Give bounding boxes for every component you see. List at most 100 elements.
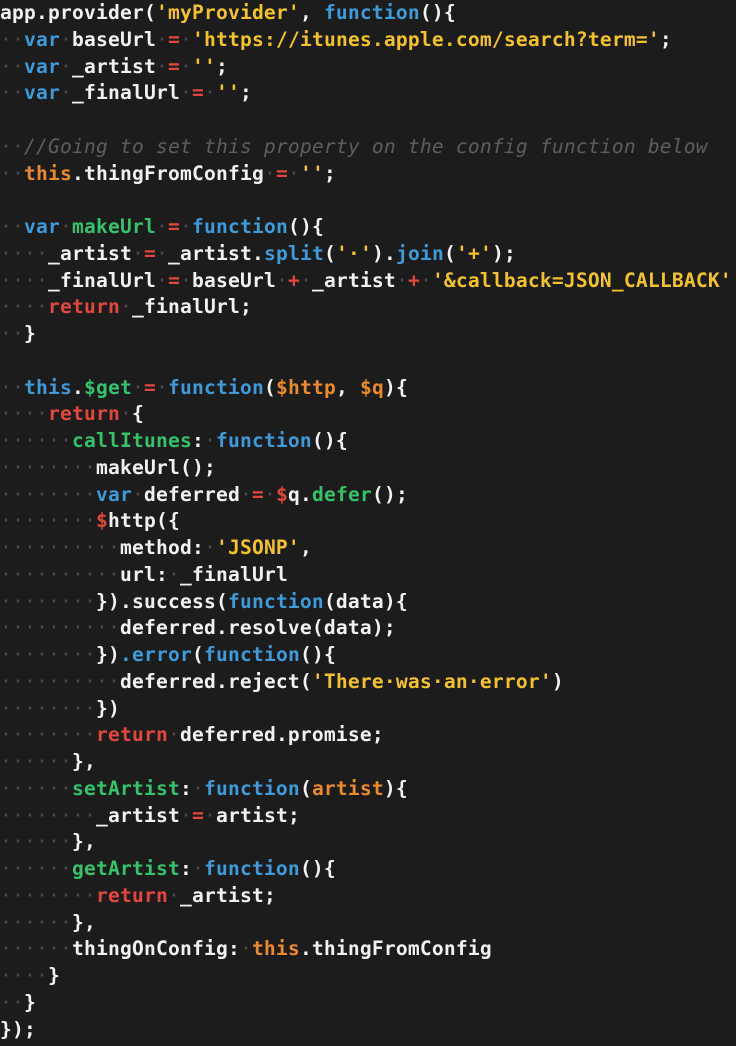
code-text: ). — [371, 241, 396, 265]
whitespace-marker: ········ — [0, 455, 96, 479]
function-name-token: getArtist — [71, 857, 180, 880]
whitespace-marker: ·· — [0, 375, 24, 399]
code-text: (){ — [287, 215, 324, 238]
code-line[interactable]: ········}).success(function(data){ — [0, 589, 736, 616]
code-text: (){ — [299, 857, 336, 880]
code-line[interactable]: ····return·{ — [0, 401, 736, 428]
keyword-token: var — [24, 81, 60, 105]
code-line[interactable]: ··} — [0, 321, 736, 348]
whitespace-marker: · — [179, 215, 192, 238]
code-line[interactable]: ······}, — [0, 910, 736, 937]
whitespace-marker: ······ — [0, 776, 72, 800]
whitespace-marker: ·· — [0, 27, 24, 51]
string-token: 'There·was·an·error' — [311, 669, 552, 693]
whitespace-marker: · — [191, 857, 204, 880]
code-text: : — [179, 776, 192, 800]
code-text: : — [179, 857, 192, 880]
code-line[interactable] — [0, 348, 736, 375]
operator-token: = — [251, 482, 264, 506]
code-text: : — [191, 429, 204, 452]
code-line[interactable]: ··var·baseUrl·=·'https://itunes.apple.co… — [0, 27, 736, 54]
code-text: } — [48, 964, 60, 987]
parameter-token: artist — [311, 776, 384, 800]
code-line[interactable]: app.provider('myProvider', function(){ — [0, 0, 736, 27]
code-text: (); — [371, 482, 408, 506]
code-line[interactable]: ······callItunes:·function(){ — [0, 428, 736, 455]
code-line[interactable]: ··········url:·_finalUrl — [0, 562, 736, 589]
code-line[interactable]: ········makeUrl(); — [0, 455, 736, 482]
code-line[interactable]: ······setArtist:·function(artist){ — [0, 776, 736, 803]
code-line[interactable]: ········}).error(function(){ — [0, 642, 736, 669]
code-line[interactable]: }); — [0, 1017, 736, 1044]
code-editor[interactable]: app.provider('myProvider', function(){··… — [0, 0, 736, 1046]
whitespace-marker: ········ — [0, 643, 96, 666]
code-line[interactable]: ··var·_finalUrl·=·''; — [0, 80, 736, 107]
this-keyword: this — [251, 937, 300, 961]
code-line[interactable] — [0, 107, 736, 134]
code-line[interactable]: ··this.thingFromConfig·=·''; — [0, 161, 736, 188]
code-text: url: — [119, 562, 168, 586]
code-text: ( — [299, 776, 312, 800]
whitespace-marker: · — [203, 803, 216, 827]
string-token: 'myProvider' — [155, 1, 300, 24]
code-line[interactable]: ··this.$get·=·function($http, $q){ — [0, 375, 736, 402]
code-line[interactable]: ····_finalUrl·=·baseUrl·+·_artist·+·'&ca… — [0, 268, 736, 295]
code-line[interactable]: ··········deferred.resolve(data); — [0, 615, 736, 642]
whitespace-marker: ······ — [0, 429, 72, 452]
code-line[interactable]: ····} — [0, 963, 736, 990]
whitespace-marker: · — [167, 562, 180, 586]
code-text: , — [335, 375, 360, 399]
code-text: thingOnConfig: — [71, 937, 240, 961]
code-text: (data){ — [323, 589, 408, 613]
code-text: { — [131, 402, 144, 426]
function-name-token: setArtist — [71, 776, 180, 800]
code-line[interactable]: ··} — [0, 990, 736, 1017]
code-line[interactable]: ··········deferred.reject('There·was·an·… — [0, 669, 736, 696]
code-line[interactable]: ········_artist·=·artist; — [0, 803, 736, 830]
function-name-token: makeUrl — [72, 215, 156, 238]
operator-token: = — [191, 803, 204, 827]
code-line[interactable]: ····_artist·=·_artist.split('·').join('+… — [0, 241, 736, 268]
operator-token: = — [143, 241, 156, 265]
keyword-token: function — [203, 857, 300, 880]
code-text: _finalUrl — [72, 81, 180, 105]
code-line[interactable]: ········return·_artist; — [0, 883, 736, 910]
operator-token: = — [167, 54, 180, 78]
operator-token: = — [275, 161, 288, 185]
whitespace-marker: ·· — [0, 322, 24, 345]
code-line[interactable]: ··········method:·'JSONP', — [0, 535, 736, 562]
whitespace-marker: · — [119, 295, 132, 319]
code-text: ); — [491, 241, 516, 265]
whitespace-marker: ·········· — [0, 536, 120, 559]
code-line[interactable]: ······}, — [0, 749, 736, 776]
code-line[interactable]: ········var·deferred·=·$q.defer(); — [0, 482, 736, 509]
code-text: ) — [551, 669, 564, 693]
code-line[interactable] — [0, 187, 736, 214]
keyword-token: function — [168, 375, 264, 399]
whitespace-marker: ···· — [0, 964, 48, 987]
keyword-token: function — [215, 429, 312, 452]
code-line[interactable]: ········}) — [0, 696, 736, 723]
code-text: baseUrl — [72, 27, 156, 51]
code-line[interactable]: ········return·deferred.promise; — [0, 722, 736, 749]
code-text: deferred.promise; — [179, 723, 384, 747]
code-line[interactable]: ········$http({ — [0, 508, 736, 535]
code-line[interactable]: ··var·makeUrl·=·function(){ — [0, 214, 736, 241]
whitespace-marker: ········ — [0, 509, 96, 533]
whitespace-marker: ···· — [0, 268, 48, 292]
dollar-token: $ — [95, 509, 108, 533]
whitespace-marker: · — [191, 776, 204, 800]
code-line[interactable]: ······thingOnConfig:·this.thingFromConfi… — [0, 936, 736, 963]
whitespace-marker: · — [179, 803, 192, 827]
code-line[interactable]: ··var·_artist·=·''; — [0, 54, 736, 81]
code-text: } — [24, 322, 36, 345]
code-line[interactable]: ··//Going to set this property on the co… — [0, 134, 736, 161]
string-token: '·' — [335, 241, 372, 265]
code-line[interactable]: ······getArtist:·function(){ — [0, 856, 736, 883]
code-line[interactable]: ····return·_finalUrl; — [0, 294, 736, 321]
code-line[interactable]: ······}, — [0, 829, 736, 856]
operator-token: = — [167, 268, 180, 292]
code-text: _artist — [72, 54, 156, 78]
code-text: _finalUrl — [179, 562, 288, 586]
whitespace-marker: ·· — [0, 81, 24, 105]
